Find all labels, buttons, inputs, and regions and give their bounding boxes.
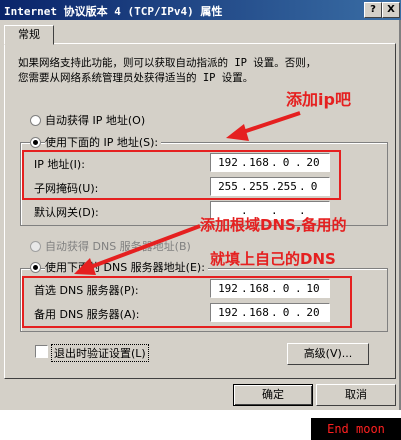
arrow-to-dns-icon (74, 224, 201, 275)
arrow-to-ip-icon (226, 111, 301, 141)
tab-general[interactable]: 常规 (4, 25, 54, 45)
watermark-badge: End moon (311, 418, 401, 440)
annotation-arrows (74, 111, 301, 275)
